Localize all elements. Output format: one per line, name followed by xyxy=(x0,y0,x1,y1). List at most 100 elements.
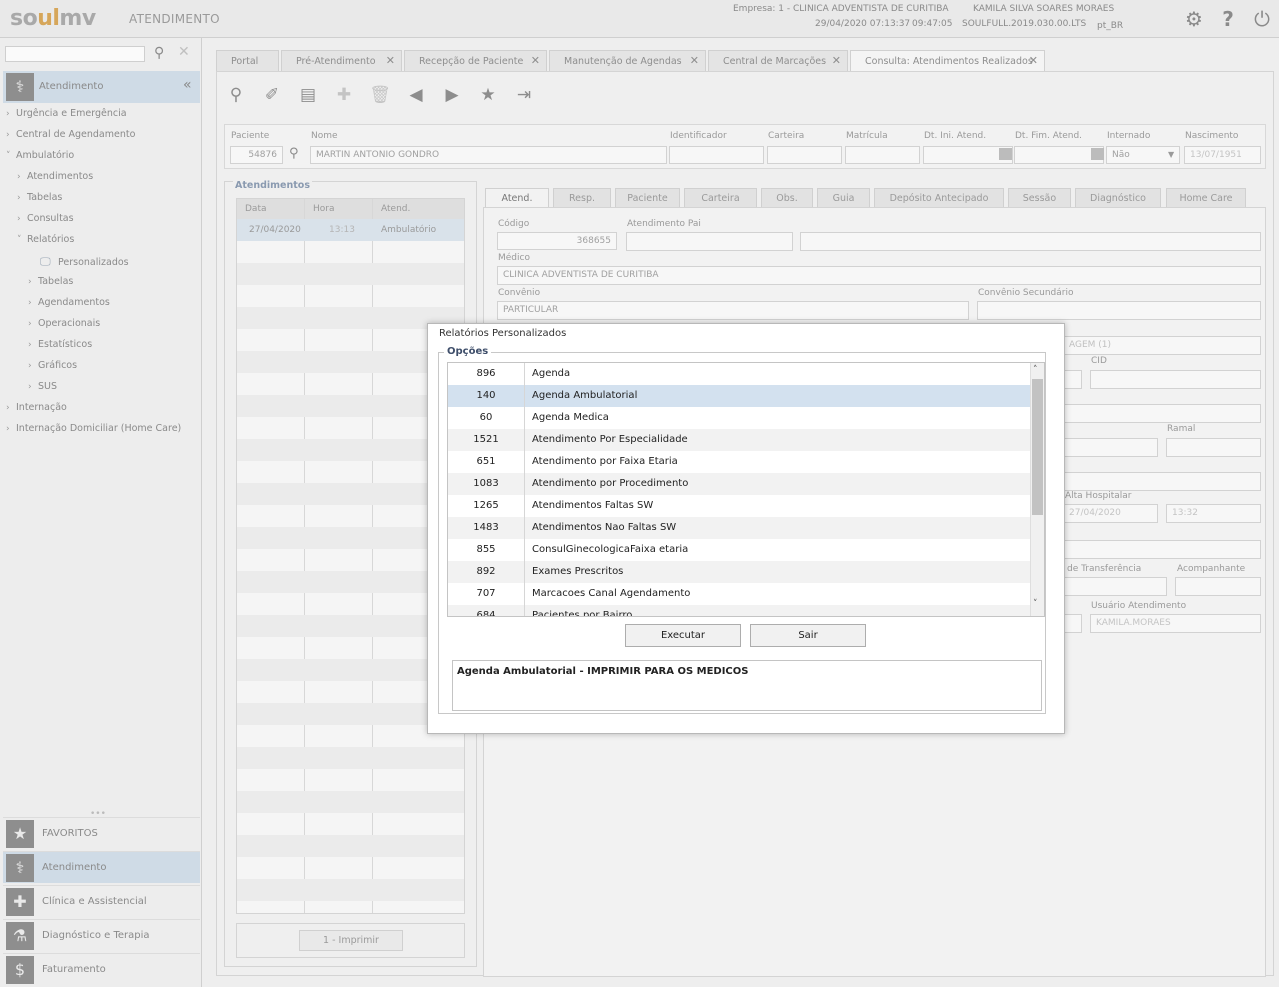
previous-icon[interactable]: ◀ xyxy=(405,84,427,106)
save-icon[interactable]: ▤ xyxy=(297,84,319,106)
sidebar-item[interactable]: › Operacionais xyxy=(28,318,100,329)
detail-tab[interactable]: Depósito Antecipado xyxy=(874,188,1004,208)
search-icon[interactable]: ⚲ xyxy=(289,146,299,161)
list-item[interactable]: 651 Atendimento por Faixa Etaria xyxy=(448,451,1031,473)
exit-icon[interactable]: ⇥ xyxy=(513,84,535,106)
list-item[interactable]: 60 Agenda Medica xyxy=(448,407,1031,429)
executar-button[interactable]: Executar xyxy=(625,624,741,647)
sidebar-item[interactable]: ˅ Ambulatório xyxy=(6,150,74,161)
list-item[interactable]: 1265 Atendimentos Faltas SW xyxy=(448,495,1031,517)
scroll-up-icon[interactable]: ˄ xyxy=(1033,365,1038,375)
sidebar-item[interactable]: ˅ Relatórios xyxy=(17,234,74,245)
list-item[interactable]: 1521 Atendimento Por Especialidade xyxy=(448,429,1031,451)
close-icon[interactable]: ✕ xyxy=(832,54,841,67)
scrollbar-thumb[interactable] xyxy=(1032,379,1043,515)
cid-code-field[interactable] xyxy=(1063,370,1082,389)
paciente-field[interactable]: 54876 xyxy=(230,146,283,164)
detail-tab[interactable]: Guia xyxy=(817,188,870,208)
convenio-field[interactable]: PARTICULAR xyxy=(497,301,969,320)
sidebar-item[interactable]: › SUS xyxy=(28,381,57,392)
cid-field[interactable] xyxy=(1090,370,1261,389)
close-icon[interactable]: ✕ xyxy=(1029,54,1038,67)
sidebar-item[interactable]: › Urgência e Emergência xyxy=(6,108,127,119)
calendar-icon[interactable] xyxy=(999,148,1012,160)
medico-field[interactable]: CLINICA ADVENTISTA DE CURITIBA xyxy=(497,266,1261,285)
motivo-field[interactable] xyxy=(1063,540,1261,559)
nome-field[interactable]: MARTIN ANTONIO GONDRO xyxy=(310,146,667,164)
gear-icon[interactable]: ⚙ xyxy=(1181,6,1207,32)
table-row[interactable]: 27/04/2020 13:13 Ambulatório xyxy=(237,219,464,241)
list-item[interactable]: 855 ConsulGinecologicaFaixa etaria xyxy=(448,539,1031,561)
add-icon[interactable]: ✚ xyxy=(333,84,355,106)
sidebar-item[interactable]: › Central de Agendamento xyxy=(6,129,135,140)
list-item[interactable]: 140 Agenda Ambulatorial xyxy=(448,385,1031,407)
imprimir-button[interactable]: 1 - Imprimir xyxy=(299,930,403,951)
detail-tab[interactable]: Resp. xyxy=(553,188,611,208)
bottom-nav-atendimento[interactable]: ⚕ Atendimento xyxy=(3,851,200,883)
menu-search-input[interactable] xyxy=(5,46,145,62)
sidebar-item[interactable]: › Atendimentos xyxy=(17,171,93,182)
sidebar-item[interactable]: › Consultas xyxy=(17,213,74,224)
chevron-down-icon[interactable]: ▼ xyxy=(1168,150,1174,159)
detail-tab[interactable]: Paciente xyxy=(615,188,680,208)
codigo-field[interactable]: 368655 xyxy=(497,232,617,250)
sidebar-item[interactable]: › Agendamentos xyxy=(28,297,110,308)
list-item[interactable]: 896 Agenda xyxy=(448,363,1031,385)
tab-2[interactable]: Pré-Atendimento ✕ xyxy=(281,50,402,71)
next-icon[interactable]: ▶ xyxy=(441,84,463,106)
search-icon[interactable]: ⚲ xyxy=(225,84,247,106)
convenio-sec-field[interactable] xyxy=(977,301,1261,320)
module-header[interactable]: ⚕ Atendimento « xyxy=(3,71,200,103)
bottom-nav-diagn-stico-e-terapia[interactable]: ⚗ Diagnóstico e Terapia xyxy=(3,919,200,951)
help-icon[interactable]: ? xyxy=(1215,6,1241,32)
sidebar-item[interactable]: › Internação xyxy=(6,402,67,413)
clear-form-icon[interactable]: ✐ xyxy=(261,84,283,106)
atend-pai-field[interactable] xyxy=(626,232,793,251)
matricula-field[interactable] xyxy=(845,146,920,164)
tab-5[interactable]: Central de Marcações ✕ xyxy=(708,50,848,71)
extra-field[interactable] xyxy=(1063,472,1261,491)
list-item[interactable]: 1083 Atendimento por Procedimento xyxy=(448,473,1031,495)
close-icon[interactable]: ✕ xyxy=(386,54,395,67)
clear-icon[interactable]: ✕ xyxy=(178,44,190,60)
detail-tab[interactable]: Atend. xyxy=(485,188,549,208)
list-item[interactable]: 684 Pacientes por Bairro xyxy=(448,605,1031,616)
sair-button[interactable]: Sair xyxy=(750,624,866,647)
power-icon[interactable]: ⏻ xyxy=(1249,6,1275,32)
bottom-nav-cl-nica-e-assistencial[interactable]: ✚ Clínica e Assistencial xyxy=(3,885,200,917)
detail-tab[interactable]: Diagnóstico xyxy=(1075,188,1161,208)
search-icon[interactable]: ⚲ xyxy=(154,45,164,61)
collapse-icon[interactable]: « xyxy=(183,77,192,93)
bottom-nav-favoritos[interactable]: ★ FAVORITOS xyxy=(3,817,200,849)
tab-6[interactable]: Consulta: Atendimentos Realizados ✕ xyxy=(850,50,1045,71)
list-item[interactable]: 707 Marcacoes Canal Agendamento xyxy=(448,583,1031,605)
detail-tab[interactable]: Carteira xyxy=(684,188,757,208)
calendar-icon[interactable] xyxy=(1091,148,1104,160)
acompanhante-field[interactable] xyxy=(1175,577,1261,596)
transferencia-field[interactable] xyxy=(1063,577,1167,596)
scroll-down-icon[interactable]: ˅ xyxy=(1033,599,1038,609)
sidebar-item[interactable]: › Tabelas xyxy=(17,192,62,203)
telefone-field[interactable] xyxy=(1063,438,1158,457)
info-field[interactable] xyxy=(1063,404,1261,423)
ramal-field[interactable] xyxy=(1166,438,1261,457)
tab-4[interactable]: Manutenção de Agendas ✕ xyxy=(549,50,706,71)
identificador-field[interactable] xyxy=(669,146,764,164)
close-icon[interactable]: ✕ xyxy=(531,54,540,67)
delete-icon[interactable]: 🗑 xyxy=(369,84,391,106)
sidebar-item[interactable]: › Estatísticos xyxy=(28,339,92,350)
sidebar-item[interactable]: › Internação Domiciliar (Home Care) xyxy=(6,423,181,434)
detail-tab[interactable]: Obs. xyxy=(761,188,813,208)
favorite-star-icon[interactable]: ★ xyxy=(477,84,499,106)
tab-1[interactable]: Portal xyxy=(216,50,279,71)
detail-tab[interactable]: Home Care xyxy=(1166,188,1246,208)
close-icon[interactable]: ✕ xyxy=(690,54,699,67)
carteira-field[interactable] xyxy=(767,146,842,164)
detail-tab[interactable]: Sessão xyxy=(1008,188,1071,208)
sidebar-item[interactable]: 🖵 Personalizados xyxy=(40,255,129,269)
sidebar-item[interactable]: › Gráficos xyxy=(28,360,77,371)
bottom-nav-faturamento[interactable]: $ Faturamento xyxy=(3,953,200,985)
list-item[interactable]: 892 Exames Prescritos xyxy=(448,561,1031,583)
list-item[interactable]: 1483 Atendimentos Nao Faltas SW xyxy=(448,517,1031,539)
tab-3[interactable]: Recepção de Paciente ✕ xyxy=(404,50,547,71)
